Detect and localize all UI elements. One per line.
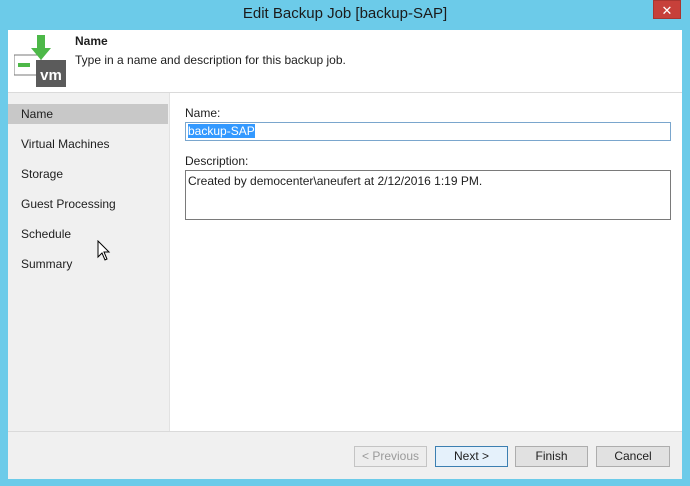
next-button[interactable]: Next > [435,446,508,467]
nav-item-virtual-machines[interactable]: Virtual Machines [8,134,168,154]
nav-item-summary[interactable]: Summary [8,254,168,274]
nav-item-name[interactable]: Name [8,104,168,124]
edit-backup-job-window: Edit Backup Job [backup-SAP] ✕ vm Name T… [0,0,690,486]
wizard-header: vm Name Type in a name and description f… [8,30,682,93]
step-description: Type in a name and description for this … [75,53,346,67]
wizard-footer: < Previous Next > Finish Cancel [8,431,682,479]
description-field[interactable]: Created by democenter\aneufert at 2/12/2… [185,170,671,220]
finish-button[interactable]: Finish [515,446,588,467]
name-field[interactable]: backup-SAP [185,122,671,141]
title-bar[interactable]: Edit Backup Job [backup-SAP] ✕ [0,0,690,28]
step-title: Name [75,34,108,48]
name-label: Name: [185,106,221,120]
mouse-cursor-icon [97,239,111,265]
cancel-button[interactable]: Cancel [596,446,670,467]
nav-item-storage[interactable]: Storage [8,164,168,184]
window-title: Edit Backup Job [backup-SAP] [242,5,448,22]
close-button[interactable]: ✕ [653,0,681,19]
wizard-steps-nav: Name Virtual Machines Storage Guest Proc… [8,93,170,431]
vm-backup-logo-icon: vm [13,34,68,88]
description-label: Description: [185,154,249,168]
previous-button[interactable]: < Previous [354,446,427,467]
wizard-content: Name: backup-SAP Description: Created by… [170,93,682,431]
logo-text: vm [40,67,62,84]
nav-item-schedule[interactable]: Schedule [8,224,168,244]
name-field-selected-text: backup-SAP [188,124,255,138]
nav-item-guest-processing[interactable]: Guest Processing [8,194,168,214]
